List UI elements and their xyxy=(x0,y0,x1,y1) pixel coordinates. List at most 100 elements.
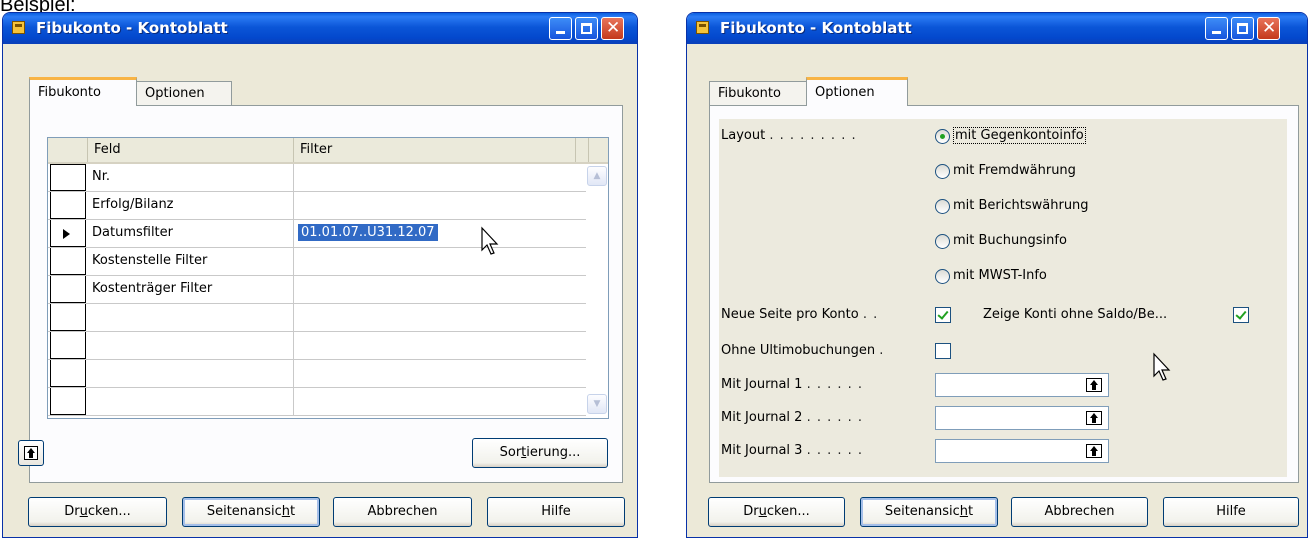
cell-feld[interactable] xyxy=(88,304,294,331)
lookup-arrow-icon[interactable] xyxy=(1086,378,1102,392)
table-row[interactable] xyxy=(48,304,588,332)
row-selector[interactable] xyxy=(50,360,86,387)
abbrechen-button[interactable]: Abbrechen xyxy=(1011,497,1148,527)
hilfe-button[interactable]: Hilfe xyxy=(487,497,625,527)
row-selector[interactable] xyxy=(50,248,86,275)
row-selector[interactable] xyxy=(50,164,86,191)
lookup-arrow-icon[interactable] xyxy=(1086,444,1102,458)
row-selector[interactable] xyxy=(50,220,86,247)
cell-filter[interactable] xyxy=(294,388,588,415)
close-button[interactable]: ✕ xyxy=(1257,17,1280,40)
radio-label-buchungsinfo[interactable]: mit Buchungsinfo xyxy=(953,233,1067,248)
seitenansicht-button[interactable]: Seitenansicht xyxy=(182,497,320,527)
hilfe-button[interactable]: Hilfe xyxy=(1163,497,1299,527)
radio-buchungsinfo[interactable] xyxy=(935,234,950,249)
grid-header: Feld Filter xyxy=(48,138,608,164)
scroll-down-button[interactable]: ▼ xyxy=(587,394,607,414)
window-title: Fibukonto - Kontoblatt xyxy=(36,19,228,37)
maximize-button[interactable] xyxy=(1231,17,1254,40)
minimize-button[interactable] xyxy=(1205,17,1228,40)
cell-feld[interactable]: Datumsfilter xyxy=(88,220,294,247)
window-title: Fibukonto - Kontoblatt xyxy=(720,19,912,37)
row-selector[interactable] xyxy=(50,304,86,331)
cell-filter[interactable] xyxy=(294,360,588,387)
sortierung-button[interactable]: Sortierung... xyxy=(472,438,608,468)
layout-label: Layout . . . . . . . . . xyxy=(721,128,857,143)
cell-filter[interactable] xyxy=(294,248,588,275)
cell-filter[interactable] xyxy=(294,192,588,219)
arrow-up-icon xyxy=(24,446,38,460)
radio-label-fremdwaehrung[interactable]: mit Fremdwährung xyxy=(953,163,1076,178)
tab-fibukonto[interactable]: Fibukonto xyxy=(29,77,137,106)
cell-feld[interactable]: Kostenträger Filter xyxy=(88,276,294,303)
neue-seite-label: Neue Seite pro Konto . . xyxy=(721,307,879,322)
title-bar[interactable]: Fibukonto - Kontoblatt ✕ xyxy=(687,13,1307,44)
neue-seite-checkbox[interactable] xyxy=(935,307,951,323)
radio-label-gegenkontoinfo[interactable]: mit Gegenkontoinfo xyxy=(953,127,1086,144)
drucken-button[interactable]: Drucken... xyxy=(708,497,845,527)
cell-feld[interactable]: Nr. xyxy=(88,164,294,191)
row-selector[interactable] xyxy=(50,332,86,359)
filter-value[interactable]: 01.01.07..U31.12.07 xyxy=(298,224,438,241)
radio-label-berichtswaehrung[interactable]: mit Berichtswährung xyxy=(953,198,1089,213)
journal1-field[interactable] xyxy=(935,373,1109,397)
filter-grid[interactable]: Feld Filter Nr. Erfolg/Bilanz Datumsfilter… xyxy=(47,137,609,419)
lookup-arrow-icon[interactable] xyxy=(1086,411,1102,425)
table-row[interactable]: Kostenträger Filter xyxy=(48,276,588,304)
zeige-konti-label: Zeige Konti ohne Saldo/Be... xyxy=(983,307,1168,322)
ohne-ultimo-checkbox[interactable] xyxy=(935,343,951,359)
mouse-cursor-icon xyxy=(1153,352,1171,381)
cell-filter[interactable] xyxy=(294,164,588,191)
current-row-arrow-icon xyxy=(63,229,70,239)
tab-optionen[interactable]: Optionen xyxy=(136,81,232,105)
close-button[interactable]: ✕ xyxy=(601,17,624,40)
radio-fremdwaehrung[interactable] xyxy=(935,164,950,179)
minimize-icon xyxy=(556,31,565,34)
tab-fibukonto[interactable]: Fibukonto xyxy=(709,81,807,105)
cell-feld[interactable] xyxy=(88,360,294,387)
radio-gegenkontoinfo[interactable] xyxy=(935,129,950,144)
zeige-konti-checkbox[interactable] xyxy=(1233,307,1249,323)
abbrechen-button[interactable]: Abbrechen xyxy=(333,497,472,527)
table-row[interactable] xyxy=(48,332,588,360)
table-row[interactable] xyxy=(48,360,588,388)
cell-filter[interactable] xyxy=(294,332,588,359)
table-row[interactable] xyxy=(48,388,588,416)
app-icon xyxy=(696,21,709,34)
row-selector[interactable] xyxy=(50,276,86,303)
row-selector[interactable] xyxy=(50,192,86,219)
title-bar[interactable]: Fibukonto - Kontoblatt ✕ xyxy=(3,13,637,44)
seitenansicht-button[interactable]: Seitenansicht xyxy=(860,497,998,527)
cell-feld[interactable]: Erfolg/Bilanz xyxy=(88,192,294,219)
table-row[interactable]: Erfolg/Bilanz xyxy=(48,192,588,220)
table-row[interactable]: Kostenstelle Filter xyxy=(48,248,588,276)
column-header-filter[interactable]: Filter xyxy=(294,138,576,162)
journal3-field[interactable] xyxy=(935,439,1109,463)
radio-berichtswaehrung[interactable] xyxy=(935,199,950,214)
journal3-label: Mit Journal 3 . . . . . . xyxy=(721,443,864,458)
window-fibukonto-tab: Fibukonto - Kontoblatt ✕ Fibukonto Optio… xyxy=(2,12,638,538)
cell-filter[interactable] xyxy=(294,304,588,331)
maximize-button[interactable] xyxy=(575,17,598,40)
tab-optionen[interactable]: Optionen xyxy=(806,77,908,106)
table-row[interactable]: Nr. xyxy=(48,164,588,192)
cell-filter[interactable] xyxy=(294,276,588,303)
minimize-button[interactable] xyxy=(549,17,572,40)
journal2-field[interactable] xyxy=(935,406,1109,430)
cell-feld[interactable] xyxy=(88,332,294,359)
radio-mwst-info[interactable] xyxy=(935,269,950,284)
table-row[interactable]: Datumsfilter 01.01.07..U31.12.07 xyxy=(48,220,588,248)
journal2-label: Mit Journal 2 . . . . . . xyxy=(721,410,864,425)
column-header-feld[interactable]: Feld xyxy=(88,138,294,162)
radio-label-mwst-info[interactable]: mit MWST-Info xyxy=(953,268,1047,283)
cell-filter[interactable]: 01.01.07..U31.12.07 xyxy=(294,220,588,247)
app-icon xyxy=(12,21,25,34)
scroll-up-button[interactable]: ▲ xyxy=(587,166,607,186)
row-selector[interactable] xyxy=(50,388,86,415)
vertical-scrollbar[interactable]: ▲ ▼ xyxy=(586,164,608,418)
cell-feld[interactable]: Kostenstelle Filter xyxy=(88,248,294,275)
drucken-button[interactable]: Drucken... xyxy=(28,497,167,527)
move-up-button[interactable] xyxy=(18,440,44,466)
journal1-label: Mit Journal 1 . . . . . . xyxy=(721,377,864,392)
cell-feld[interactable] xyxy=(88,388,294,415)
